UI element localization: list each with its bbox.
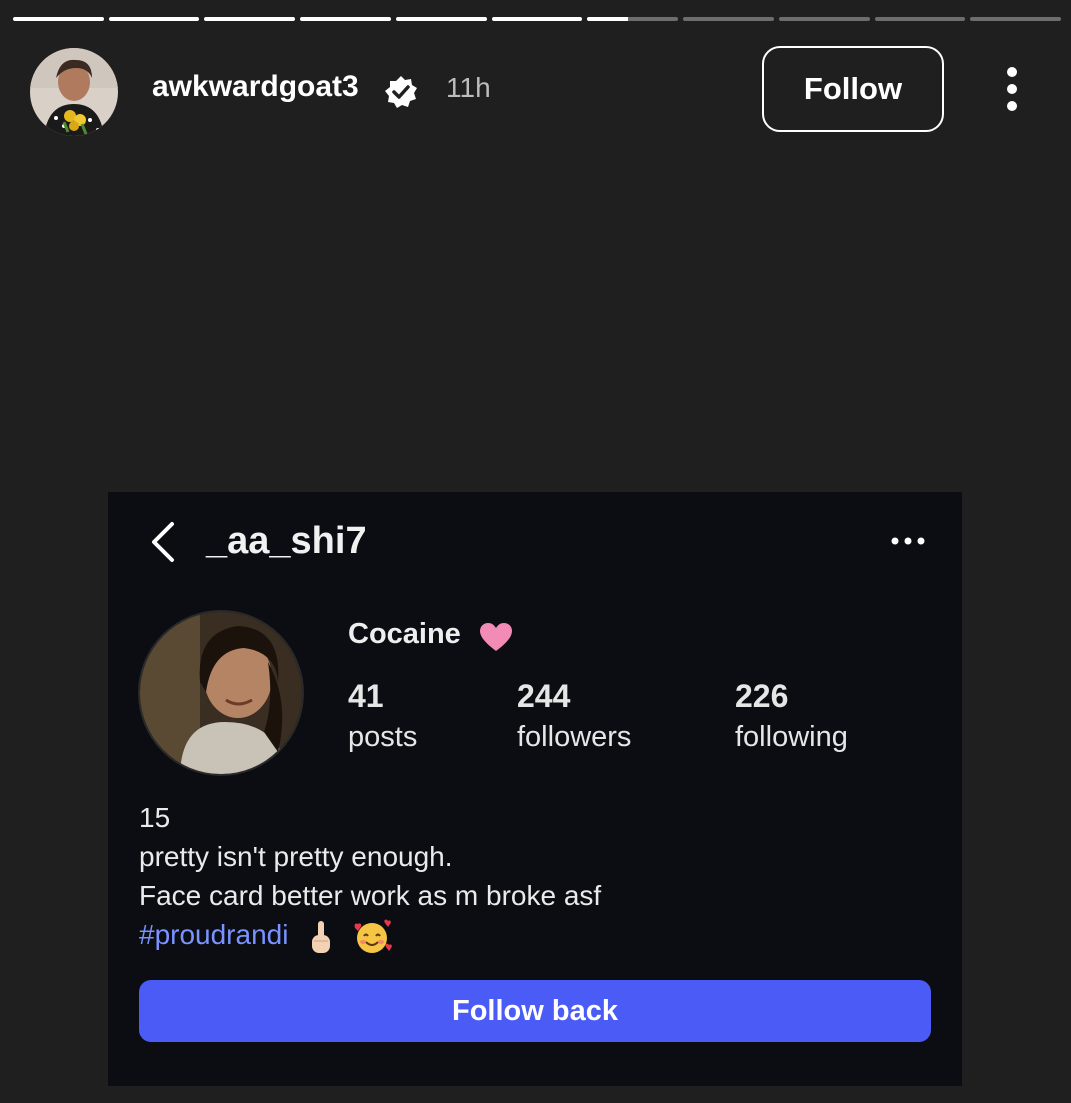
shared-profile-screenshot: _aa_shi7 Cocaine 41 posts 244 followers … bbox=[108, 492, 962, 1086]
hashtag-link: #proudrandi bbox=[139, 919, 289, 950]
profile-handle: _aa_shi7 bbox=[206, 520, 367, 562]
back-arrow-icon bbox=[152, 522, 174, 562]
story-progress-fill bbox=[108, 17, 200, 21]
story-progress-fill bbox=[204, 17, 296, 21]
stat-followers-label: followers bbox=[517, 721, 632, 753]
stat-following-value: 226 bbox=[735, 678, 789, 714]
story-progress-fill bbox=[300, 17, 391, 21]
story-progress-segment bbox=[108, 17, 200, 21]
bio-line: Face card better work as m broke asf bbox=[139, 880, 602, 911]
username[interactable]: awkwardgoat3 bbox=[152, 70, 359, 104]
story-progress-segment bbox=[300, 17, 391, 21]
story-progress-fill bbox=[13, 17, 104, 21]
story-progress-fill bbox=[587, 17, 629, 21]
smiling-hearts-icon bbox=[354, 919, 392, 953]
profile-picture bbox=[138, 610, 304, 776]
story-progress-segment bbox=[683, 17, 774, 21]
more-vert-icon[interactable] bbox=[1000, 66, 1024, 114]
story-progress-segment bbox=[874, 17, 966, 21]
story-progress-segment bbox=[587, 17, 679, 21]
story-progress-segment bbox=[13, 17, 104, 21]
stat-following: 226 following bbox=[735, 678, 848, 754]
stat-posts-value: 41 bbox=[348, 678, 384, 714]
follow-button[interactable]: Follow bbox=[762, 46, 944, 132]
story-progress-bar bbox=[13, 17, 1062, 21]
profile-bio: 15 pretty isn't pretty enough. Face card… bbox=[139, 798, 601, 955]
hand-gesture-icon bbox=[312, 920, 331, 953]
story-progress-segment bbox=[204, 17, 296, 21]
bio-line: pretty isn't pretty enough. bbox=[139, 841, 453, 872]
post-time: 11h bbox=[446, 72, 491, 103]
follow-back-button: Follow back bbox=[139, 980, 931, 1042]
stat-posts-label: posts bbox=[348, 721, 418, 753]
story-progress-fill bbox=[491, 17, 583, 21]
stat-following-label: following bbox=[735, 721, 848, 753]
story-progress-segment bbox=[395, 17, 487, 21]
stat-followers-value: 244 bbox=[517, 678, 571, 714]
stat-posts: 41 posts bbox=[348, 678, 417, 754]
story-progress-segment bbox=[491, 17, 583, 21]
story-progress-segment bbox=[778, 17, 870, 21]
bio-line: 15 bbox=[139, 802, 171, 833]
story-progress-segment bbox=[970, 17, 1062, 21]
profile-display-name: Cocaine bbox=[348, 618, 461, 650]
bio-hashtag-line: #proudrandi bbox=[139, 915, 601, 955]
pink-heart-icon bbox=[480, 623, 512, 651]
stat-followers: 244 followers bbox=[517, 678, 631, 754]
more-horizontal-icon bbox=[891, 537, 925, 545]
story-progress-fill bbox=[395, 17, 487, 21]
avatar[interactable] bbox=[30, 48, 118, 136]
verified-badge-icon bbox=[385, 76, 417, 108]
